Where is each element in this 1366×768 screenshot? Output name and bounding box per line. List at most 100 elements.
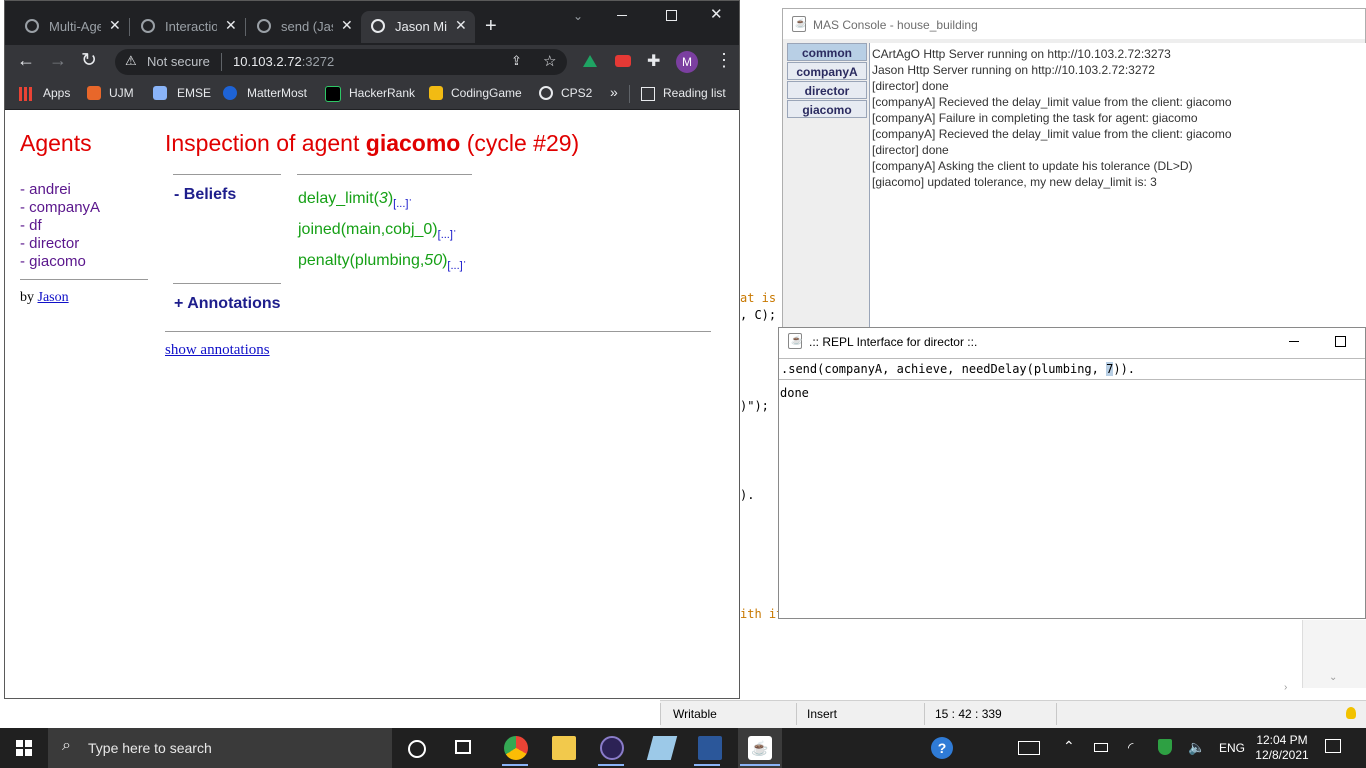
by-label: by bbox=[20, 290, 34, 305]
profile-avatar[interactable]: M bbox=[676, 51, 698, 73]
agent-link-giacomo[interactable]: - giacomo bbox=[20, 253, 100, 271]
tab-common[interactable]: common bbox=[787, 43, 867, 61]
divider bbox=[173, 283, 281, 284]
menu-dots-icon[interactable]: ⋮ bbox=[715, 50, 733, 71]
bookmark-ujm[interactable]: UJM bbox=[109, 86, 134, 100]
notepad-icon[interactable] bbox=[646, 736, 678, 760]
mas-console-window: ☕ MAS Console - house_building common co… bbox=[782, 8, 1366, 330]
bookmark-mattermost[interactable]: MatterMost bbox=[247, 86, 307, 100]
agent-link-companyA[interactable]: - companyA bbox=[20, 199, 100, 217]
extension-youtube-icon[interactable] bbox=[615, 55, 631, 67]
word-icon[interactable] bbox=[698, 736, 722, 760]
search-placeholder: Type here to search bbox=[88, 740, 212, 756]
minimize-icon[interactable] bbox=[1289, 341, 1299, 342]
notifications-icon[interactable] bbox=[1325, 739, 1341, 753]
battery-icon[interactable] bbox=[1094, 743, 1108, 752]
tab-giacomo[interactable]: giacomo bbox=[787, 100, 867, 118]
bookmark-emse[interactable]: EMSE bbox=[177, 86, 211, 100]
back-icon[interactable]: ← bbox=[17, 50, 35, 71]
repl-command-text[interactable]: .send(companyA, achieve, needDelay(plumb… bbox=[781, 362, 1135, 376]
tab-search-icon[interactable]: ⌄ bbox=[573, 9, 583, 23]
url-text[interactable]: 10.103.2.72:3272 bbox=[233, 54, 334, 69]
taskbar-search[interactable]: ⌕ Type here to search bbox=[48, 728, 392, 768]
ide-scrollbar[interactable]: ⌄ bbox=[1302, 620, 1366, 688]
bookmark-star-icon[interactable]: ☆ bbox=[543, 52, 556, 70]
wifi-icon[interactable]: ◜ bbox=[1128, 739, 1133, 756]
search-icon: ⌕ bbox=[62, 737, 71, 754]
warning-icon[interactable]: ⚠ bbox=[125, 53, 137, 69]
security-label[interactable]: Not secure bbox=[147, 54, 210, 69]
reload-icon[interactable]: ↻ bbox=[81, 49, 97, 72]
share-icon[interactable]: ⇪ bbox=[511, 53, 522, 69]
bookmark-cps2[interactable]: CPS2 bbox=[561, 86, 592, 100]
clock-date: 12/8/2021 bbox=[1255, 748, 1309, 762]
repl-output[interactable]: done bbox=[779, 380, 1365, 618]
globe-icon bbox=[257, 19, 271, 33]
clock[interactable]: 12:04 PM 12/8/2021 bbox=[1252, 733, 1312, 763]
more-bookmarks-button[interactable]: » bbox=[610, 84, 618, 100]
tab-director[interactable]: director bbox=[787, 81, 867, 99]
close-icon[interactable]: ✕ bbox=[225, 17, 237, 34]
news-icon[interactable] bbox=[1018, 741, 1040, 755]
minimize-icon[interactable] bbox=[617, 15, 627, 16]
new-tab-button[interactable]: + bbox=[485, 15, 497, 38]
bookmark-apps[interactable]: Apps bbox=[43, 86, 70, 100]
repl-titlebar: ☕ .:: REPL Interface for director ::. bbox=[779, 328, 1365, 356]
chrome-taskbar-icon[interactable] bbox=[504, 736, 528, 760]
task-view-icon[interactable] bbox=[455, 740, 471, 754]
tab-multi-agent[interactable]: Multi-Agent ✕ bbox=[15, 11, 129, 43]
forward-icon[interactable]: → bbox=[49, 50, 67, 71]
annotation-link[interactable]: [...] bbox=[447, 261, 462, 273]
file-explorer-icon[interactable] bbox=[552, 736, 576, 760]
console-line: [companyA] Failure in completing the tas… bbox=[872, 111, 1198, 125]
tab-companyA[interactable]: companyA bbox=[787, 62, 867, 80]
windows-start-icon[interactable] bbox=[16, 740, 32, 756]
language-indicator[interactable]: ENG bbox=[1219, 741, 1245, 755]
agent-link-andrei[interactable]: - andrei bbox=[20, 181, 100, 199]
agent-link-df[interactable]: - df bbox=[20, 217, 100, 235]
reading-list-icon bbox=[641, 87, 655, 101]
close-icon[interactable]: ✕ bbox=[341, 17, 353, 34]
maximize-icon[interactable] bbox=[666, 10, 677, 21]
close-window-icon[interactable]: ✕ bbox=[710, 5, 723, 23]
scroll-right-icon[interactable]: › bbox=[1284, 682, 1287, 693]
console-line: [director] done bbox=[872, 143, 949, 157]
bookmark-codinggame[interactable]: CodingGame bbox=[451, 86, 522, 100]
divider bbox=[173, 174, 281, 175]
speaker-icon[interactable]: 🔈 bbox=[1188, 739, 1205, 756]
beliefs-toggle[interactable]: - Beliefs bbox=[174, 186, 236, 204]
lightbulb-icon[interactable] bbox=[1346, 707, 1356, 719]
address-bar[interactable]: ⚠ Not secure 10.103.2.72:3272 ⇪ ☆ bbox=[115, 49, 567, 75]
repl-command-input[interactable]: .send(companyA, achieve, needDelay(plumb… bbox=[779, 358, 1365, 380]
reading-list-button[interactable]: Reading list bbox=[663, 86, 726, 100]
maximize-icon[interactable] bbox=[1335, 336, 1346, 347]
globe-icon bbox=[141, 19, 155, 33]
annotation-link[interactable]: [...] bbox=[438, 229, 453, 241]
close-icon[interactable]: ✕ bbox=[109, 17, 121, 34]
tab-label: send (Jason) bbox=[281, 19, 333, 34]
console-output[interactable]: CArtAgO Http Server running on http://10… bbox=[869, 43, 1366, 329]
cortana-icon[interactable] bbox=[408, 740, 426, 758]
annotation-link[interactable]: [...] bbox=[393, 198, 408, 210]
code-fragment: , C); bbox=[740, 308, 777, 322]
apps-grid-icon[interactable] bbox=[19, 87, 33, 101]
java-taskbar-button[interactable]: ☕ bbox=[738, 728, 782, 768]
repl-window: ☕ .:: REPL Interface for director ::. .s… bbox=[778, 327, 1366, 619]
tab-jason-mind-inspector[interactable]: Jason Mind Inspector ✕ bbox=[361, 11, 475, 43]
tab-send[interactable]: send (Jason) ✕ bbox=[247, 11, 361, 43]
jason-link[interactable]: Jason bbox=[38, 290, 69, 305]
chevron-up-icon[interactable]: ⌃ bbox=[1063, 738, 1075, 755]
bookmark-hackerrank[interactable]: HackerRank bbox=[349, 86, 415, 100]
tab-interaction[interactable]: Interaction ✕ bbox=[131, 11, 245, 43]
agent-link-director[interactable]: - director bbox=[20, 235, 100, 253]
extensions-puzzle-icon[interactable]: ✚ bbox=[647, 51, 660, 71]
google-drive-icon[interactable] bbox=[583, 55, 597, 67]
annotations-toggle[interactable]: + Annotations bbox=[174, 295, 281, 313]
security-shield-icon[interactable] bbox=[1158, 739, 1172, 755]
scroll-down-icon[interactable]: ⌄ bbox=[1329, 672, 1337, 683]
close-icon[interactable]: ✕ bbox=[455, 17, 467, 34]
help-icon[interactable]: ? bbox=[931, 737, 953, 759]
clock-time: 12:04 PM bbox=[1256, 733, 1308, 747]
show-annotations-link[interactable]: show annotations bbox=[165, 342, 270, 359]
eclipse-icon[interactable] bbox=[600, 736, 624, 760]
